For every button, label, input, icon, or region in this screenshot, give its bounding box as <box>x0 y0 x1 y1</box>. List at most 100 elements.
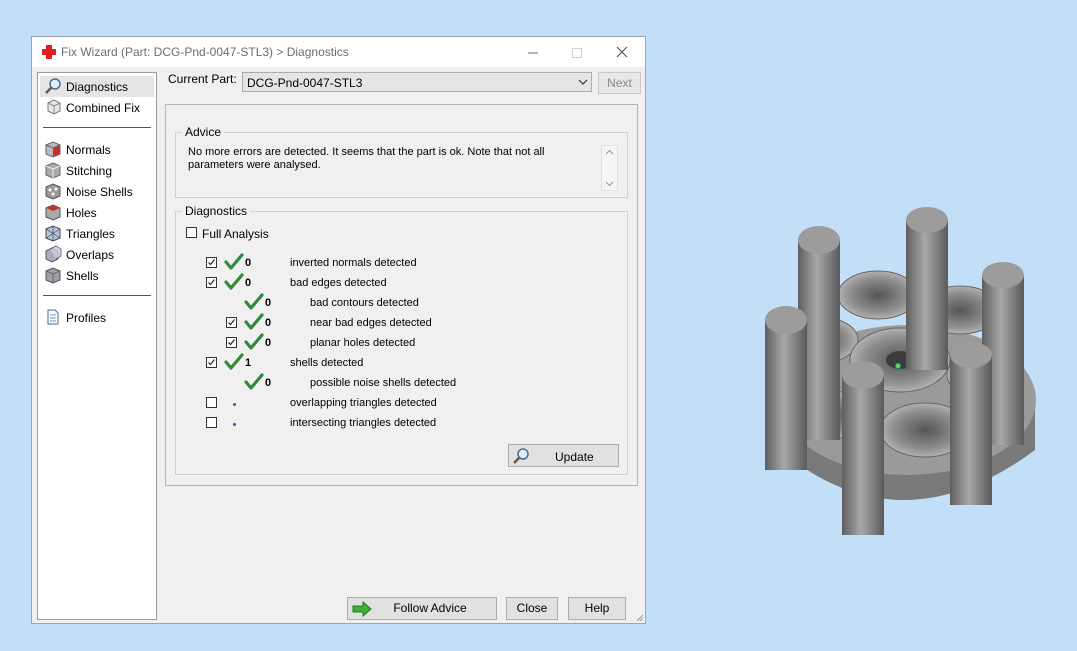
sidebar-item-holes[interactable]: Holes <box>40 202 154 223</box>
status-dot-icon <box>233 403 236 406</box>
diagnostic-label: intersecting triangles detected <box>290 417 437 429</box>
diagnostic-row: 0 inverted normals detected <box>176 253 606 273</box>
close-button[interactable]: Close <box>506 597 558 620</box>
main-panel: Advice No more errors are detected. It s… <box>165 104 638 486</box>
normals-cube-icon <box>45 141 61 158</box>
diagnostic-checkbox[interactable] <box>206 357 217 368</box>
diagnostic-row: 0 near bad edges detected <box>176 313 606 333</box>
sidebar-item-label: Diagnostics <box>66 80 129 94</box>
help-button[interactable]: Help <box>568 597 626 620</box>
update-label: Update <box>555 450 594 464</box>
overlaps-cube-icon <box>45 245 62 263</box>
current-part-select[interactable]: DCG-Pnd-0047-STL3 <box>242 72 592 92</box>
sidebar-item-profiles[interactable]: Profiles <box>40 307 154 328</box>
cube-icon <box>47 99 61 115</box>
current-part-label: Current Part: <box>168 72 237 86</box>
sidebar-item-noise-shells[interactable]: Noise Shells <box>40 181 154 202</box>
diagnostic-checkbox[interactable] <box>206 417 217 428</box>
minimize-button[interactable] <box>510 37 556 67</box>
title-bar[interactable]: Fix Wizard (Part: DCG-Pnd-0047-STL3) > D… <box>32 37 645 67</box>
diagnostic-count: 0 <box>265 377 272 389</box>
full-analysis-label: Full Analysis <box>202 227 269 241</box>
full-analysis-checkbox[interactable] <box>186 227 197 238</box>
magnifier-icon <box>513 448 529 464</box>
update-button[interactable]: Update <box>508 444 619 467</box>
close-icon <box>616 46 628 58</box>
maximize-button[interactable] <box>554 37 600 67</box>
sidebar-item-combined-fix[interactable]: Combined Fix <box>40 97 154 118</box>
sidebar-item-label: Stitching <box>66 164 113 178</box>
diagnostic-row: 0 planar holes detected <box>176 333 606 353</box>
advice-text: No more errors are detected. It seems th… <box>188 146 545 171</box>
sidebar-item-label: Holes <box>66 206 97 220</box>
diagnostic-checkbox[interactable] <box>206 257 217 268</box>
diagnostic-label: planar holes detected <box>310 337 416 349</box>
sidebar: Diagnostics Combined Fix Normals Stitchi… <box>37 72 157 620</box>
3d-model-preview <box>765 207 1036 535</box>
sidebar-item-stitching[interactable]: Stitching <box>40 160 154 181</box>
diagnostic-row: overlapping triangles detected <box>176 395 606 413</box>
follow-advice-button[interactable]: Follow Advice <box>347 597 497 620</box>
advice-title: Advice <box>182 125 225 139</box>
sidebar-item-label: Combined Fix <box>66 101 141 115</box>
diagnostic-label: near bad edges detected <box>310 317 432 329</box>
chevron-down-icon <box>578 79 588 85</box>
diagnostic-checkbox[interactable] <box>226 337 237 348</box>
sidebar-item-diagnostics[interactable]: Diagnostics <box>40 76 154 97</box>
stitching-cube-icon <box>45 162 61 179</box>
diagnostic-checkbox[interactable] <box>206 277 217 288</box>
resize-grip-icon[interactable] <box>634 612 644 622</box>
triangles-cube-icon <box>45 225 61 242</box>
shells-cube-icon <box>45 267 61 284</box>
document-icon <box>47 309 59 325</box>
diagnostic-checkbox[interactable] <box>226 317 237 328</box>
current-part-value: DCG-Pnd-0047-STL3 <box>247 76 363 90</box>
diagnostic-label: inverted normals detected <box>290 257 417 269</box>
minimize-icon <box>528 52 538 54</box>
diagnostics-title: Diagnostics <box>182 204 251 218</box>
diagnostic-count: 0 <box>245 257 252 269</box>
window-title: Fix Wizard (Part: DCG-Pnd-0047-STL3) > D… <box>61 45 349 59</box>
red-cross-icon <box>42 45 56 59</box>
diagnostics-group: Diagnostics Full Analysis 0 inverted norm… <box>175 204 628 475</box>
diagnostic-row: 1 shells detected <box>176 353 606 373</box>
diagnostic-label: bad edges detected <box>290 277 387 289</box>
next-button[interactable]: Next <box>598 72 641 94</box>
sidebar-item-label: Overlaps <box>66 248 115 262</box>
checkmark-icon <box>228 319 235 326</box>
sidebar-item-triangles[interactable]: Triangles <box>40 223 154 244</box>
green-check-icon <box>224 273 244 290</box>
diagnostic-checkbox[interactable] <box>206 397 217 408</box>
diagnostic-label: overlapping triangles detected <box>290 397 437 409</box>
advice-group: Advice No more errors are detected. It s… <box>175 125 628 198</box>
green-check-icon <box>244 373 264 390</box>
sidebar-item-normals[interactable]: Normals <box>40 139 154 160</box>
checkmark-icon <box>208 359 215 366</box>
sidebar-separator <box>43 127 151 128</box>
green-check-icon <box>224 253 244 270</box>
green-check-icon <box>244 313 264 330</box>
fix-wizard-window: Fix Wizard (Part: DCG-Pnd-0047-STL3) > D… <box>31 36 646 624</box>
sidebar-item-label: Normals <box>66 143 111 157</box>
noise-cube-icon <box>45 183 61 200</box>
diagnostic-count: 1 <box>245 357 252 369</box>
sidebar-item-label: Profiles <box>66 311 107 325</box>
green-check-icon <box>244 293 264 310</box>
holes-cube-icon <box>45 204 61 221</box>
green-check-icon <box>244 333 264 350</box>
diagnostic-row: intersecting triangles detected <box>176 415 606 433</box>
diagnostic-label: possible noise shells detected <box>310 377 457 389</box>
sidebar-item-label: Triangles <box>66 227 115 241</box>
diagnostic-count: 0 <box>245 277 252 289</box>
close-window-button[interactable] <box>599 37 645 67</box>
sidebar-item-shells[interactable]: Shells <box>40 265 154 286</box>
diagnostic-row: 0 bad contours detected <box>176 293 606 313</box>
diagnostic-row: 0 bad edges detected <box>176 273 606 293</box>
sidebar-item-overlaps[interactable]: Overlaps <box>40 244 154 265</box>
maximize-icon <box>572 48 582 59</box>
sidebar-item-label: Noise Shells <box>66 185 133 199</box>
green-check-icon <box>224 353 244 370</box>
sidebar-item-label: Shells <box>66 269 99 283</box>
diagnostic-count: 0 <box>265 297 272 309</box>
advice-scrollbar[interactable] <box>601 145 618 191</box>
